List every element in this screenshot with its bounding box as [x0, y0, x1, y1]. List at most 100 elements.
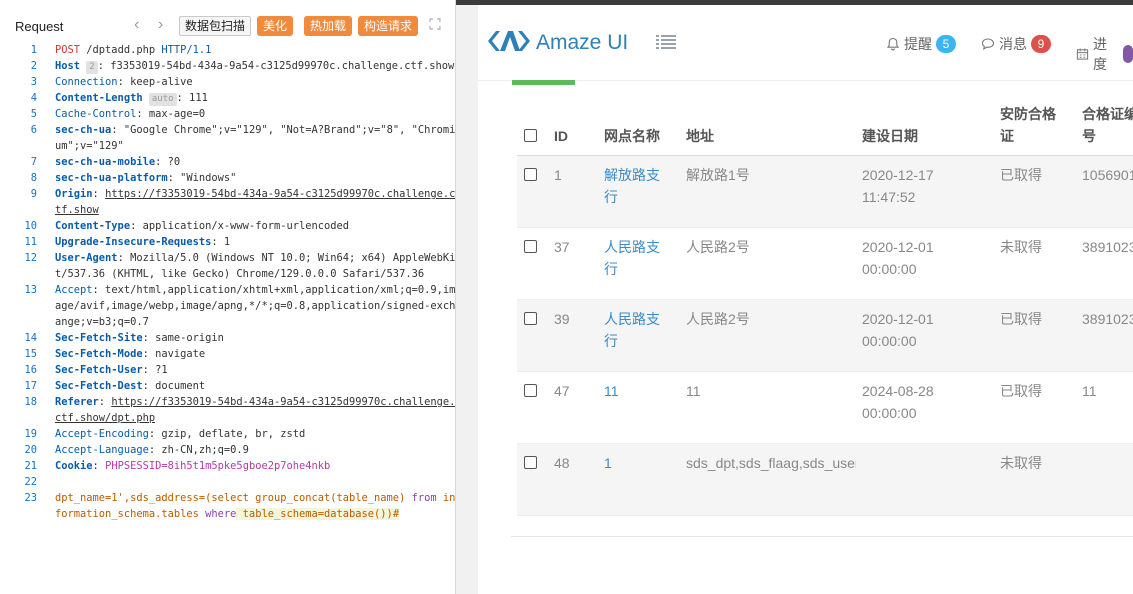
code-token: Cookie [55, 460, 93, 472]
code-line: 11 Upgrade-Insecure-Requests: 1 [0, 234, 455, 250]
code-token: auto [148, 93, 177, 106]
nav-reminder-label: 提醒 [904, 36, 932, 52]
cell-name[interactable]: 解放路支行 [604, 164, 668, 208]
code-token: User-Agent [55, 252, 118, 264]
code-token: : text/html,application/xhtml+xml,applic… [55, 284, 456, 328]
line-number: 18 [24, 396, 37, 408]
code-token: : application/x-www-form-urlencoded [130, 220, 350, 232]
table-row: 1 解放路支行 解放路1号 2020-12-17 11:47:52 已取得 1056901 [517, 156, 1133, 228]
code-line: 20 Accept-Language: zh-CN,zh;q=0.9 [0, 442, 455, 458]
cell-date: 2024-08-28 00:00:00 [862, 383, 934, 421]
code-line: 16 Sec-Fetch-User: ?1 [0, 362, 455, 378]
nav-progress[interactable]: 进度 [1076, 34, 1133, 74]
line-text: POST /dptadd.php HTTP/1.1 [44, 42, 455, 58]
cell-address: sds_dpt,sds_flaag,sds_user [686, 455, 856, 471]
line-text: Content-Type: application/x-www-form-url… [44, 218, 455, 234]
menu-list-icon[interactable] [656, 34, 676, 50]
cell-name[interactable]: 人民路支行 [604, 308, 668, 352]
line-text: Accept-Encoding: gzip, deflate, br, zstd [44, 426, 455, 442]
cell-address: 11 [686, 383, 701, 399]
code-token: dpt_name=1',sds_address=(select group_co… [55, 492, 412, 504]
line-number: 8 [30, 172, 37, 184]
table-row: 48 1 sds_dpt,sds_flaag,sds_user 未取得 [517, 444, 1133, 516]
table-bottom-divider [511, 536, 1133, 537]
cell-name[interactable]: 人民路支行 [604, 236, 668, 280]
line-number: 4 [30, 92, 37, 104]
code-token: /dptadd.php [80, 44, 162, 56]
header-security-cert: 安防合格证 [1000, 106, 1056, 144]
packet-scan-button[interactable]: 数据包扫描 [179, 16, 252, 36]
line-number: 13 [24, 284, 37, 296]
beautify-button[interactable]: 美化 [257, 16, 294, 36]
nav-reminder[interactable]: 提醒 5 [886, 34, 956, 54]
code-token: : keep-alive [117, 76, 193, 88]
code-token: : "Windows" [167, 172, 237, 184]
line-number: 10 [24, 220, 37, 232]
row-checkbox[interactable] [524, 168, 537, 181]
code-line: 15 Sec-Fetch-Mode: navigate [0, 346, 455, 362]
code-line: 2 Host 2: f3353019-54bd-434a-9a54-c3125d9… [0, 58, 455, 74]
cell-security-cert: 已取得 [1000, 383, 1042, 399]
code-line: 12 User-Agent: Mozilla/5.0 (Windows NT 10… [0, 250, 455, 282]
cell-id: 47 [554, 383, 570, 399]
table-body: 1 解放路支行 解放路1号 2020-12-17 11:47:52 已取得 1056901… [517, 156, 1133, 516]
code-token: : document [142, 380, 206, 392]
cell-date: 2020-12-01 00:00:00 [862, 311, 934, 349]
code-token: PHPSESSID=8ih5t1m5pke5gboe2p7ohe4nkb [105, 460, 331, 472]
header-id: ID [554, 128, 568, 144]
code-token: where [205, 508, 237, 520]
code-token: HTTP/1.1 [161, 44, 212, 56]
line-number: 3 [30, 76, 37, 88]
app-header: Amaze UI 提醒 5 消息 9 进度 [478, 5, 1133, 81]
code-token: https://f3353019-54bd-434a-9a54-c3125d99… [55, 188, 456, 216]
code-token: Upgrade-Insecure-Requests [55, 236, 212, 248]
cell-address: 人民路2号 [686, 311, 750, 327]
expand-icon[interactable] [429, 18, 441, 30]
row-checkbox[interactable] [524, 240, 537, 253]
code-token: Sec-Fetch-Mode [55, 348, 143, 360]
table-row: 37 人民路支行 人民路2号 2020-12-01 00:00:00 未取得 389102… [517, 228, 1133, 300]
line-text: Referer: https://f3353019-54bd-434a-9a54… [44, 394, 455, 426]
request-panel: Request ‹ › 数据包扫描 美化 热加载 构造请求 1 POST /dpt… [0, 0, 456, 594]
code-token: POST [55, 44, 81, 56]
cell-date: 2020-12-17 11:47:52 [862, 167, 934, 205]
build-request-button[interactable]: 构造请求 [358, 16, 419, 36]
code-token: : 111 [176, 92, 208, 104]
line-text [44, 474, 455, 490]
nav-message-label: 消息 [999, 36, 1027, 52]
nav-message[interactable]: 消息 9 [981, 34, 1051, 54]
code-line: 7 sec-ch-ua-mobile: ?0 [0, 154, 455, 170]
code-token: : gzip, deflate, br, zstd [148, 428, 306, 440]
line-number: 16 [24, 364, 37, 376]
back-arrow-icon[interactable]: ‹ [134, 15, 139, 35]
hot-load-button[interactable]: 热加载 [304, 16, 353, 36]
code-line: 6 sec-ch-ua: "Google Chrome";v="129", "No… [0, 122, 455, 154]
browser-page: Amaze UI 提醒 5 消息 9 进度 ID 网点名称 地址 建设日期 安防… [456, 0, 1133, 594]
cell-name[interactable]: 1 [604, 452, 668, 474]
code-line: 19 Accept-Encoding: gzip, deflate, br, zs… [0, 426, 455, 442]
code-line: 3 Connection: keep-alive [0, 74, 455, 90]
line-number: 21 [24, 460, 37, 472]
line-number: 12 [24, 252, 37, 264]
line-number: 5 [30, 108, 37, 120]
select-all-checkbox[interactable] [524, 129, 537, 142]
calendar-icon [1076, 48, 1089, 60]
code-line: 9 Origin: https://f3353019-54bd-434a-9a54… [0, 186, 456, 218]
row-checkbox[interactable] [524, 456, 537, 469]
code-line: 4 Content-Length auto: 111 [0, 90, 455, 106]
forward-arrow-icon[interactable]: › [158, 15, 163, 35]
cell-id: 48 [554, 455, 570, 471]
request-editor[interactable]: 1 POST /dptadd.php HTTP/1.1 2 Host 2: f3353… [0, 42, 456, 522]
cell-name[interactable]: 11 [604, 380, 668, 402]
line-text: sec-ch-ua-platform: "Windows" [44, 170, 455, 186]
line-text: Sec-Fetch-Mode: navigate [44, 346, 455, 362]
brand-name[interactable]: Amaze UI [536, 31, 628, 55]
row-checkbox[interactable] [524, 384, 537, 397]
line-text: Sec-Fetch-Site: same-origin [44, 330, 455, 346]
row-checkbox[interactable] [524, 312, 537, 325]
line-number: 11 [24, 236, 37, 248]
code-token: Origin [55, 188, 93, 200]
code-token: sec-ch-ua-platform [55, 172, 168, 184]
code-line: 21 Cookie: PHPSESSID=8ih5t1m5pke5gboe2p7o… [0, 458, 455, 474]
